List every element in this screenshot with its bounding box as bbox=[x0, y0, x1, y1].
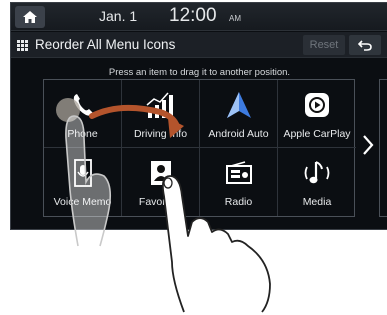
voice-memo-icon bbox=[73, 159, 92, 187]
favorites-icon bbox=[150, 161, 171, 185]
home-icon bbox=[23, 11, 37, 23]
page-title: Reorder All Menu Icons bbox=[35, 37, 176, 52]
apple-carplay-icon bbox=[305, 93, 329, 117]
phone-icon bbox=[73, 94, 93, 116]
next-page-arrow-icon[interactable] bbox=[361, 133, 375, 157]
menu-item-android-auto[interactable]: Android Auto bbox=[200, 80, 278, 148]
instruction-text: Press an item to drag it to another posi… bbox=[108, 67, 291, 78]
menu-item-media[interactable]: Media bbox=[278, 148, 356, 216]
menu-item-label: Phone bbox=[67, 128, 98, 140]
ampm-indicator: AM bbox=[229, 14, 241, 23]
status-bar: Jan. 1 12:00 AM bbox=[11, 3, 387, 31]
title-bar: Reorder All Menu Icons Reset bbox=[11, 32, 387, 58]
date-display: Jan. 1 bbox=[99, 8, 138, 24]
menu-icon-grid: Phone Driving Info Android Auto Apple Ca… bbox=[43, 79, 356, 217]
back-arrow-icon bbox=[358, 39, 372, 51]
menu-item-label: Radio bbox=[224, 196, 253, 208]
media-icon bbox=[304, 161, 330, 184]
menu-item-phone[interactable]: Phone bbox=[44, 80, 122, 148]
android-auto-icon bbox=[226, 92, 251, 118]
radio-icon bbox=[225, 161, 252, 184]
time-display: 12:00 bbox=[169, 5, 217, 26]
next-page-preview bbox=[379, 79, 387, 217]
menu-item-apple-carplay[interactable]: Apple CarPlay bbox=[278, 80, 356, 148]
reset-button[interactable]: Reset bbox=[303, 35, 345, 55]
grid-menu-icon bbox=[17, 40, 28, 51]
menu-item-label: Media bbox=[302, 196, 332, 208]
home-button[interactable] bbox=[15, 6, 45, 28]
menu-item-favorites[interactable]: Favorites bbox=[122, 148, 200, 216]
menu-item-label: Favorites bbox=[138, 196, 183, 208]
menu-item-label: Driving Info bbox=[133, 128, 188, 140]
menu-item-radio[interactable]: Radio bbox=[200, 148, 278, 216]
menu-item-driving-info[interactable]: Driving Info bbox=[122, 80, 200, 148]
back-button[interactable] bbox=[349, 35, 381, 55]
infotainment-screen: Jan. 1 12:00 AM Reorder All Menu Icons R… bbox=[10, 2, 387, 230]
menu-item-voice-memo[interactable]: Voice Memo bbox=[44, 148, 122, 216]
menu-item-label: Apple CarPlay bbox=[283, 128, 351, 140]
menu-item-label: Android Auto bbox=[208, 128, 269, 140]
menu-item-label: Voice Memo bbox=[53, 196, 112, 208]
driving-info-icon bbox=[146, 92, 173, 118]
